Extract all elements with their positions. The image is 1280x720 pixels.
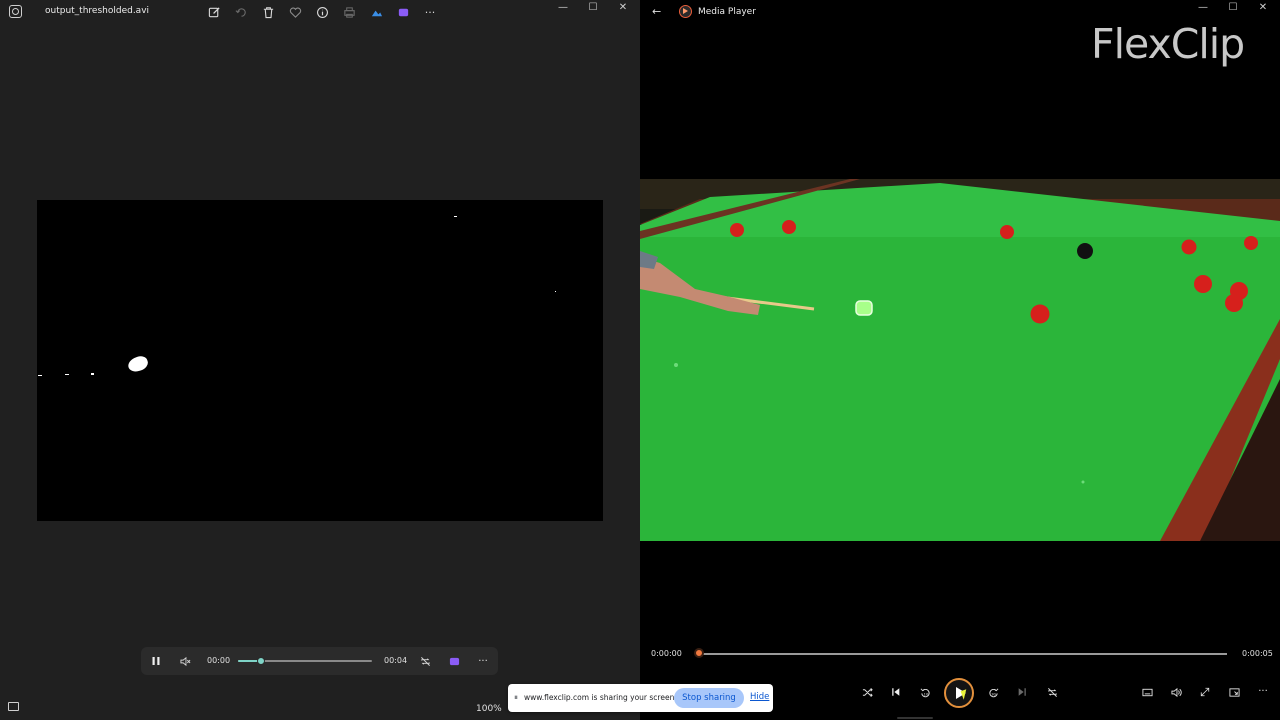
photos-playback-bar: 00:00 00:04 ···: [141, 647, 498, 675]
filmstrip-icon[interactable]: [8, 702, 19, 711]
pause-icon[interactable]: [149, 654, 163, 668]
zoom-level[interactable]: 100%: [476, 704, 502, 714]
red-ball: [1194, 275, 1212, 293]
media-window-controls: — ☐ ✕: [1188, 0, 1278, 14]
back-arrow-icon[interactable]: ←: [652, 5, 661, 18]
photos-seek-bar[interactable]: [238, 657, 372, 665]
photos-seek-thumb[interactable]: [256, 657, 265, 665]
black-ball: [1077, 243, 1093, 259]
clipchamp-icon[interactable]: [447, 654, 461, 668]
captions-icon[interactable]: [1140, 685, 1154, 699]
close-icon[interactable]: ✕: [1248, 0, 1278, 14]
photos-toolbar: ···: [205, 3, 439, 21]
photos-file-title: output_thresholded.avi: [45, 6, 150, 16]
watermark-text: FlexClip: [1091, 20, 1245, 68]
onedrive-icon[interactable]: [367, 3, 385, 21]
repeat-off-icon[interactable]: [1045, 685, 1059, 699]
minimize-icon[interactable]: —: [548, 0, 578, 14]
media-player-app-icon: [679, 5, 692, 18]
media-duration: 0:00:05: [1242, 649, 1273, 658]
noise-speck: [91, 373, 94, 375]
more-icon[interactable]: ···: [476, 654, 490, 668]
play-button[interactable]: [944, 678, 974, 708]
info-icon[interactable]: [313, 3, 331, 21]
snooker-video-frame[interactable]: [640, 179, 1280, 541]
mute-icon[interactable]: [178, 654, 192, 668]
stop-sharing-button[interactable]: Stop sharing: [674, 688, 744, 708]
previous-icon[interactable]: [889, 685, 903, 699]
photos-app-icon: [9, 5, 22, 18]
media-seek-row: 0:00:00 0:00:05: [640, 642, 1280, 664]
svg-text:10: 10: [923, 692, 928, 696]
detected-ball-blob: [126, 354, 150, 374]
hide-button[interactable]: Hide: [750, 692, 769, 702]
fullscreen-icon[interactable]: [1198, 685, 1212, 699]
noise-speck: [65, 374, 69, 375]
delete-icon[interactable]: [259, 3, 277, 21]
edit-icon[interactable]: [205, 3, 223, 21]
skip-back-10-icon[interactable]: 10: [918, 685, 932, 699]
red-ball: [1181, 239, 1197, 255]
volume-icon[interactable]: [1169, 685, 1183, 699]
svg-text:30: 30: [991, 692, 996, 696]
photos-window: output_thresholded.avi ··· — ☐ ✕ 00:00 0…: [0, 0, 640, 720]
minimize-icon[interactable]: —: [1188, 0, 1218, 14]
red-ball: [1030, 304, 1050, 324]
maximize-icon[interactable]: ☐: [578, 0, 608, 14]
maximize-icon[interactable]: ☐: [1218, 0, 1248, 14]
thresholded-video-frame[interactable]: [37, 200, 603, 521]
more-icon[interactable]: ···: [421, 3, 439, 21]
red-ball: [730, 223, 744, 237]
rotate-icon[interactable]: [232, 3, 250, 21]
skip-forward-30-icon[interactable]: 30: [986, 685, 1000, 699]
cue-ball-highlight: [855, 300, 873, 316]
red-ball: [782, 220, 796, 234]
red-ball: [1000, 225, 1014, 239]
noise-speck: [38, 375, 42, 376]
print-icon[interactable]: [340, 3, 358, 21]
media-seek-bar[interactable]: [698, 653, 1227, 655]
noise-speck: [454, 216, 457, 217]
red-ball: [1244, 236, 1258, 250]
taskbar-indicator: [897, 717, 933, 719]
sharing-message: www.flexclip.com is sharing your screen.: [524, 693, 677, 702]
snooker-scene: [640, 179, 1280, 541]
mini-player-icon[interactable]: [1227, 685, 1241, 699]
media-seek-thumb[interactable]: [694, 648, 704, 658]
next-icon[interactable]: [1015, 685, 1029, 699]
favorite-icon[interactable]: [286, 3, 304, 21]
shuffle-icon[interactable]: [860, 685, 874, 699]
photos-window-controls: — ☐ ✕: [548, 0, 638, 14]
red-ball: [1225, 294, 1243, 312]
media-current-time: 0:00:00: [651, 649, 682, 658]
more-icon[interactable]: ···: [1256, 685, 1270, 699]
photos-titlebar: output_thresholded.avi ··· — ☐ ✕: [0, 0, 640, 24]
screen-sharing-bar: ⏸ www.flexclip.com is sharing your scree…: [508, 684, 773, 712]
pause-icon[interactable]: ⏸: [514, 693, 518, 703]
flexclip-watermark: FlexClip: [1091, 20, 1261, 70]
photos-current-time: 00:00: [207, 656, 231, 665]
clipchamp-icon[interactable]: [394, 3, 412, 21]
repeat-off-icon[interactable]: [418, 654, 432, 668]
photos-duration: 00:04: [384, 656, 408, 665]
close-icon[interactable]: ✕: [608, 0, 638, 14]
media-player-window: ← Media Player — ☐ ✕ FlexClip 0:00:00 0:…: [640, 0, 1280, 720]
desktop: output_thresholded.avi ··· — ☐ ✕ 00:00 0…: [0, 0, 1280, 720]
media-window-title: Media Player: [698, 7, 756, 17]
noise-speck: [555, 291, 556, 292]
